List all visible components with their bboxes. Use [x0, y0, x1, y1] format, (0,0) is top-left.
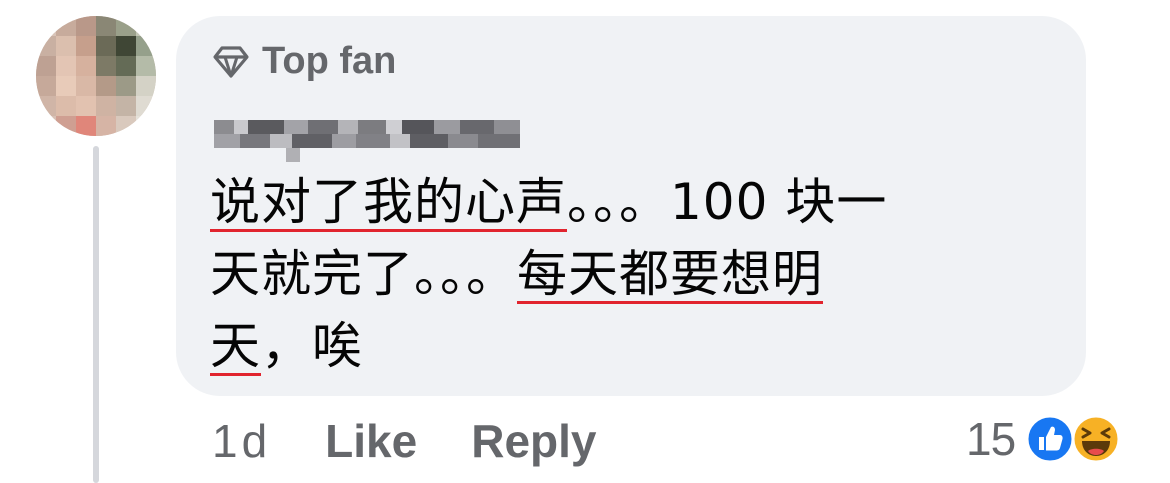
diamond-icon [212, 45, 250, 79]
timestamp[interactable]: 1d [212, 414, 271, 468]
reactions-summary[interactable]: 15 [966, 412, 1121, 466]
like-button[interactable]: Like [325, 414, 417, 468]
spellcheck-text: 每天都要想明 [517, 245, 823, 303]
reply-thread-line [93, 146, 99, 483]
reaction-count: 15 [966, 413, 1016, 465]
reply-button[interactable]: Reply [471, 414, 596, 468]
haha-icon [1071, 414, 1121, 464]
spellcheck-text: 说对了我的心声 [210, 173, 567, 231]
like-icon [1025, 414, 1075, 464]
comment-actions: 1d Like Reply [212, 414, 650, 468]
badge-label: Top fan [262, 40, 397, 82]
spellcheck-text: 天 [210, 317, 261, 375]
comment-line: 天就完了。。。每天都要想明 [210, 238, 1070, 310]
comment-text-segment: 天就完了。。。 [210, 245, 517, 303]
avatar[interactable] [36, 16, 156, 136]
comment-text-segment: 。。。100 块一 [567, 173, 888, 231]
comment-text-segment: ，唉 [261, 317, 363, 375]
author-name[interactable] [214, 110, 524, 162]
top-fan-badge[interactable]: Top fan [212, 40, 396, 83]
comment-line: 天，唉 [210, 310, 1070, 382]
comment-line: 说对了我的心声。。。100 块一 [210, 166, 1070, 238]
comment-text: 说对了我的心声。。。100 块一 天就完了。。。每天都要想明 天，唉 [210, 166, 1070, 382]
